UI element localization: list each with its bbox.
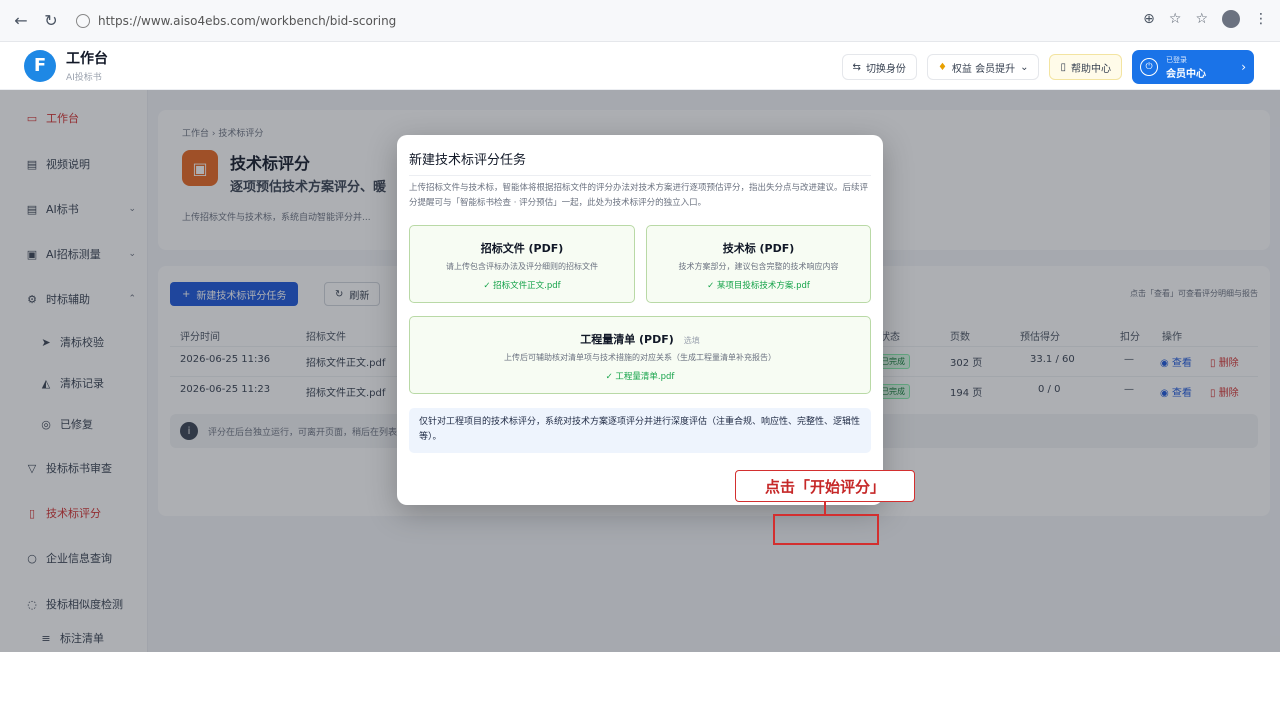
reload-icon[interactable]: ↻	[40, 10, 62, 32]
annotation-label: 点击「开始评分」	[735, 470, 915, 502]
annotation-arrow	[824, 502, 826, 514]
power-icon: ⏻	[1140, 58, 1158, 76]
uploaded-file-name: ✓ 招标文件正文.pdf	[483, 281, 561, 291]
member-level-dropdown[interactable]: ♦ 权益 会员提升 ⌄	[926, 54, 1040, 80]
app-header: F 工作台 AI投标书 ⇆ 切换身份 ♦ 权益 会员提升 ⌄ ▯ 帮助中心 ⏻ …	[0, 42, 1280, 90]
modal-divider	[409, 175, 871, 176]
bookmark-star-icon[interactable]: ☆	[1169, 11, 1182, 27]
blank-area	[0, 652, 1280, 720]
modal-title: 新建技术标评分任务	[409, 153, 527, 168]
annotation-highlight-box	[773, 514, 879, 545]
more-menu-icon[interactable]: ⋮	[1254, 11, 1268, 27]
profile-avatar[interactable]	[1222, 10, 1240, 28]
new-task-modal: 新建技术标评分任务 上传招标文件与技术标，智能体将根据招标文件的评分办法对技术方…	[397, 135, 883, 505]
back-arrow-icon[interactable]: ←	[10, 10, 32, 32]
upload-tender-file[interactable]: 招标文件 (PDF) 请上传包含评标办法及评分细则的招标文件 ✓ 招标文件正文.…	[409, 225, 635, 303]
chevron-down-icon: ⌄	[1020, 61, 1029, 73]
app-subtitle: AI投标书	[66, 73, 102, 83]
switch-identity-button[interactable]: ⇆ 切换身份	[841, 54, 917, 80]
member-center-label: 会员中心	[1166, 68, 1206, 80]
url-text: https://www.aiso4ebs.com/workbench/bid-s…	[98, 13, 397, 28]
optional-tag: 选填	[683, 336, 700, 345]
upload-bill-of-quantities[interactable]: 工程量清单 (PDF) 选填 上传后可辅助核对清单项与技术措施的对应关系（生成工程…	[409, 316, 871, 394]
chevron-right-icon: ›	[1241, 60, 1246, 74]
app-logo-icon[interactable]: F	[24, 49, 56, 82]
browser-toolbar: ← ↻ https://www.aiso4ebs.com/workbench/b…	[0, 0, 1280, 42]
address-bar[interactable]: https://www.aiso4ebs.com/workbench/bid-s…	[76, 13, 397, 28]
uploaded-file-name: ✓ 工程量清单.pdf	[605, 372, 675, 382]
favorites-icon[interactable]: ☆	[1195, 11, 1208, 27]
app-title: 工作台	[66, 51, 108, 67]
switch-icon: ⇆	[852, 61, 861, 73]
scope-info-box: 仅针对工程项目的技术标评分，系统对技术方案逐项评分并进行深度评估（注重合规、响应…	[409, 408, 871, 453]
zoom-icon[interactable]: ⊕	[1143, 11, 1155, 27]
member-center-button[interactable]: ⏻ 已登录 会员中心 ›	[1132, 50, 1254, 84]
crown-icon: ♦	[937, 61, 947, 73]
upload-technical-bid[interactable]: 技术标 (PDF) 技术方案部分，建议包含完整的技术响应内容 ✓ 某项目投标技术…	[646, 225, 871, 303]
uploaded-file-name: ✓ 某项目投标技术方案.pdf	[707, 281, 810, 291]
site-info-icon[interactable]	[76, 13, 90, 28]
modal-description: 上传招标文件与技术标，智能体将根据招标文件的评分办法对技术方案进行逐项预估评分，…	[409, 183, 869, 208]
help-center-button[interactable]: ▯ 帮助中心	[1049, 54, 1122, 80]
browser-actions: ⊕ ☆ ☆ ⋮	[1143, 10, 1268, 28]
help-doc-icon: ▯	[1060, 61, 1066, 73]
